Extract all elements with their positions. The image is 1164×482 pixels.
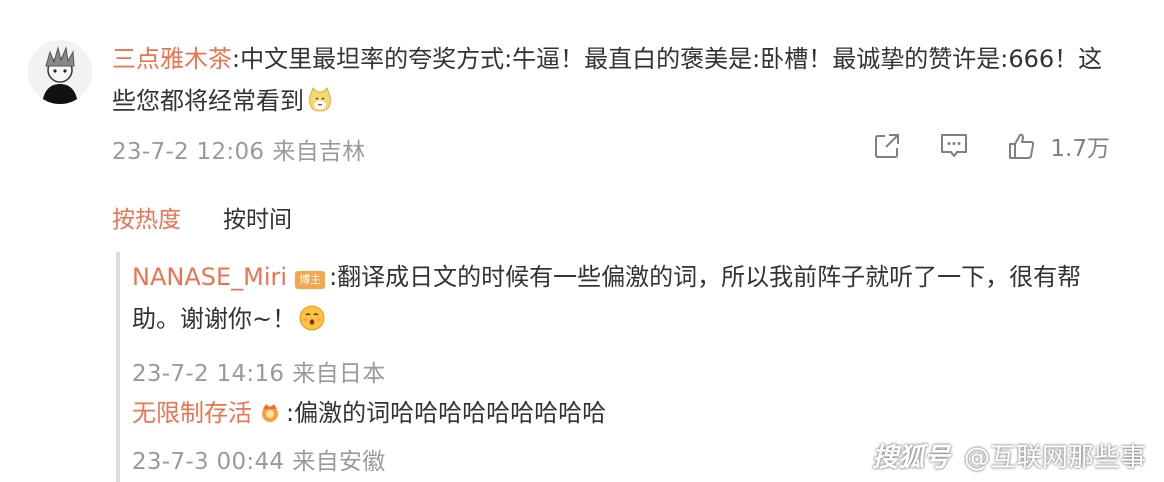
reply-location: 来自日本 bbox=[292, 361, 386, 387]
tab-sort-by-time[interactable]: 按时间 bbox=[223, 200, 292, 234]
avatar[interactable] bbox=[28, 40, 92, 104]
comment-actions: 1.7万 bbox=[872, 128, 1110, 164]
comment-meta: 23-7-2 12:06 来自吉林 bbox=[112, 132, 366, 166]
kissing-face-icon bbox=[298, 303, 326, 331]
comment-button[interactable] bbox=[938, 131, 970, 161]
reply-timestamp: 23-7-3 00:44 bbox=[132, 449, 285, 475]
comment-timestamp: 23-7-2 12:06 bbox=[112, 139, 265, 165]
like-button[interactable]: 1.7万 bbox=[1006, 129, 1110, 163]
blogger-badge: 博主 bbox=[295, 271, 326, 289]
crown-icon bbox=[258, 395, 282, 422]
reply-item: NANASE_Miri 博主:翻译成日文的时候有一些偏激的词，所以我前阵子就听了一… bbox=[132, 256, 1112, 340]
comment-username[interactable]: 三点雅木茶 bbox=[112, 45, 232, 73]
reply-meta: 23-7-2 14:16 来自日本 bbox=[132, 354, 386, 388]
comment-content: 中文里最坦率的夸奖方式:牛逼！最直白的褒美是:卧槽！最诚挚的赞许是:666！这些… bbox=[112, 45, 1103, 115]
comment-icon bbox=[941, 134, 968, 157]
share-button[interactable] bbox=[872, 131, 902, 161]
cat-face-icon bbox=[306, 85, 334, 113]
reply-separator: : bbox=[329, 263, 338, 291]
reply-username[interactable]: 无限制存活 bbox=[132, 399, 252, 427]
watermark-handle: @互联网那些事 bbox=[963, 443, 1146, 473]
reply-item: 无限制存活 :偏激的词哈哈哈哈哈哈哈哈哈 bbox=[132, 392, 1112, 434]
watermark: 搜狐号 @互联网那些事 bbox=[872, 437, 1146, 474]
comment-location: 来自吉林 bbox=[272, 139, 366, 165]
reply-username[interactable]: NANASE_Miri bbox=[132, 263, 287, 291]
avatar-illustration-icon bbox=[28, 40, 92, 104]
comment-text: 三点雅木茶:中文里最坦率的夸奖方式:牛逼！最直白的褒美是:卧槽！最诚挚的赞许是:… bbox=[112, 38, 1112, 122]
main-comment: 三点雅木茶:中文里最坦率的夸奖方式:牛逼！最直白的褒美是:卧槽！最诚挚的赞许是:… bbox=[0, 0, 1164, 180]
reply-separator: : bbox=[286, 399, 295, 427]
sort-tabs: 按热度 按时间 bbox=[112, 200, 292, 234]
reply-content: 偏激的词哈哈哈哈哈哈哈哈哈 bbox=[294, 399, 607, 427]
comment-separator: : bbox=[232, 45, 241, 73]
reply-timestamp: 23-7-2 14:16 bbox=[132, 361, 285, 387]
watermark-brand: 搜狐号 bbox=[871, 443, 950, 473]
reply-location: 来自安徽 bbox=[292, 449, 386, 475]
like-count: 1.7万 bbox=[1050, 136, 1110, 162]
tab-sort-by-popularity[interactable]: 按热度 bbox=[112, 200, 181, 234]
share-icon bbox=[875, 134, 900, 158]
reply-meta: 23-7-3 00:44 来自安徽 bbox=[132, 442, 386, 476]
thumbs-up-icon bbox=[1009, 133, 1035, 159]
